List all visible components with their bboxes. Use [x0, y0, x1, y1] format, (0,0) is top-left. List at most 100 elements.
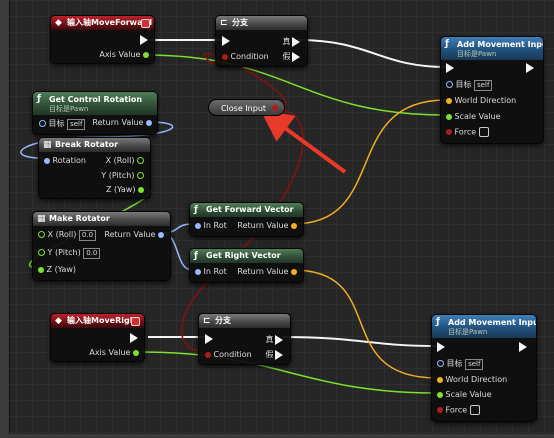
exec-input-pin[interactable] — [446, 63, 454, 73]
scale-value-input[interactable]: Scale Value — [437, 390, 492, 399]
vector-pin-icon[interactable] — [437, 376, 443, 383]
in-rot-input[interactable]: In Rot — [195, 221, 227, 230]
y-pitch-output[interactable]: Y (Pitch) — [101, 171, 144, 180]
node-title: Break Rotator — [55, 140, 119, 149]
x-roll-value-box[interactable]: 0.0 — [78, 230, 97, 241]
wire-right-vector — [292, 269, 438, 379]
branch-node-bottom[interactable]: ⊏ 分支 真 Condition 假 — [198, 313, 291, 365]
pin-label: 真 — [265, 335, 274, 344]
z-yaw-output[interactable]: Z (Yaw) — [106, 185, 144, 194]
in-rot-input[interactable]: In Rot — [195, 267, 227, 276]
axis-value-output[interactable]: Axis Value — [89, 348, 139, 357]
vector-pin-icon[interactable] — [446, 97, 452, 104]
rotator-pin-icon[interactable] — [195, 268, 201, 275]
bool-pin-icon[interactable] — [437, 407, 443, 413]
add-movement-input-node-top[interactable]: ƒ Add Movement Input 目标是Pawn 目标 self Wor… — [440, 36, 544, 144]
x-roll-input[interactable]: X (Roll) 0.0 — [38, 230, 97, 241]
float-pin-icon[interactable] — [143, 51, 149, 58]
float-pin-icon[interactable] — [437, 391, 443, 398]
get-forward-vector-node[interactable]: ƒ Get Forward Vector In Rot Return Value — [189, 202, 304, 237]
z-yaw-input[interactable]: Z (Yaw) — [38, 265, 76, 274]
object-pin-icon[interactable] — [39, 120, 46, 127]
float-pin-icon[interactable] — [137, 157, 144, 164]
pin-label: 假 — [265, 350, 274, 359]
target-input-pin[interactable]: 目标 self — [39, 118, 86, 130]
delegate-pin-icon[interactable] — [131, 317, 140, 326]
false-output-pin[interactable]: 假 — [282, 51, 301, 62]
pin-label: Rotation — [52, 156, 87, 165]
pin-label: Return Value — [92, 118, 144, 127]
y-pitch-value-box[interactable]: 0.0 — [83, 248, 101, 259]
true-output-pin[interactable]: 真 — [282, 36, 301, 47]
float-pin-icon[interactable] — [446, 113, 452, 120]
float-pin-icon[interactable] — [137, 172, 144, 179]
target-input-pin[interactable]: 目标 self — [437, 358, 484, 370]
rotation-input-pin[interactable]: Rotation — [44, 156, 86, 165]
vector-pin-icon[interactable] — [291, 222, 297, 229]
force-input[interactable]: Force — [446, 127, 489, 137]
pin-label: Z (Yaw) — [46, 265, 77, 274]
world-direction-input[interactable]: World Direction — [446, 96, 516, 105]
target-input-pin[interactable]: 目标 self — [446, 79, 493, 91]
axis-value-output[interactable]: Axis Value — [99, 50, 149, 59]
vector-pin-icon[interactable] — [291, 268, 297, 275]
force-checkbox[interactable] — [478, 127, 489, 137]
delegate-pin-icon[interactable] — [141, 19, 150, 28]
force-checkbox[interactable] — [469, 405, 480, 415]
rotator-pin-icon[interactable] — [44, 157, 50, 164]
exec-output-pin[interactable] — [130, 333, 138, 343]
scale-value-input[interactable]: Scale Value — [446, 112, 501, 121]
node-title: 分支 — [215, 316, 231, 325]
pin-label: Return Value — [104, 230, 156, 239]
node-title: Add Movement Input — [457, 40, 543, 49]
force-input[interactable]: Force — [437, 405, 480, 415]
float-pin-icon[interactable] — [138, 186, 144, 193]
break-rotator-node[interactable]: ▦ Break Rotator Rotation X (Roll) Y (Pit… — [38, 137, 151, 199]
target-value-box[interactable]: self — [67, 119, 86, 130]
exec-input-pin[interactable] — [205, 334, 213, 344]
rotator-pin-icon[interactable] — [195, 222, 201, 229]
exec-input-pin[interactable] — [222, 36, 230, 46]
float-pin-icon[interactable] — [38, 266, 44, 273]
add-movement-input-node-bottom[interactable]: ƒ Add Movement Input 目标是Pawn 目标 self Wor… — [431, 314, 537, 422]
return-value-output[interactable]: Return Value — [104, 230, 164, 239]
target-value-box[interactable]: self — [465, 359, 484, 370]
world-direction-input[interactable]: World Direction — [437, 375, 507, 384]
return-value-output[interactable]: Return Value — [237, 267, 297, 276]
return-value-output[interactable]: Return Value — [92, 118, 152, 127]
exec-output-pin[interactable] — [519, 342, 528, 352]
exec-input-pin[interactable] — [437, 342, 445, 352]
input-axis-moveright-node[interactable]: ◆ 输入轴MoveRight Axis Value — [50, 313, 145, 362]
bool-pin-icon[interactable] — [446, 129, 452, 135]
rotator-pin-icon[interactable] — [158, 231, 164, 238]
condition-input-pin[interactable]: Condition — [222, 52, 269, 61]
y-pitch-input[interactable]: Y (Pitch) 0.0 — [38, 248, 101, 259]
branch-node-top[interactable]: ⊏ 分支 真 Condition 假 — [215, 15, 308, 67]
node-subtitle: 目标是Pawn — [448, 328, 488, 336]
object-pin-icon[interactable] — [446, 81, 453, 88]
return-value-output[interactable]: Return Value — [237, 221, 297, 230]
bool-pin-icon[interactable] — [205, 351, 211, 358]
rotator-pin-icon[interactable] — [146, 119, 152, 126]
close-input-variable[interactable]: Close Input — [208, 99, 285, 116]
input-axis-moveforward-node[interactable]: ◆ 输入轴MoveForward Axis Value — [50, 15, 155, 64]
condition-input-pin[interactable]: Condition — [205, 350, 252, 359]
get-control-rotation-node[interactable]: ƒ Get Control Rotation 目标是Pawn 目标 self R… — [32, 91, 158, 135]
function-icon: ƒ — [37, 94, 41, 104]
true-output-pin[interactable]: 真 — [265, 334, 284, 345]
x-roll-output[interactable]: X (Roll) — [106, 156, 144, 165]
exec-output-pin[interactable] — [526, 63, 535, 73]
bool-pin-icon[interactable] — [272, 105, 278, 111]
make-rotator-node[interactable]: ▦ Make Rotator X (Roll) 0.0 Return Value… — [32, 211, 171, 281]
float-pin-icon[interactable] — [38, 231, 45, 238]
node-subtitle: 目标是Pawn — [457, 50, 497, 58]
float-pin-icon[interactable] — [133, 349, 139, 356]
false-output-pin[interactable]: 假 — [265, 349, 284, 360]
bool-pin-icon[interactable] — [222, 53, 228, 60]
get-right-vector-node[interactable]: ƒ Get Right Vector In Rot Return Value — [189, 248, 304, 283]
target-value-box[interactable]: self — [474, 80, 493, 91]
function-icon: ƒ — [194, 205, 198, 215]
exec-output-pin[interactable] — [140, 35, 148, 45]
float-pin-icon[interactable] — [38, 249, 45, 256]
object-pin-icon[interactable] — [437, 360, 444, 367]
